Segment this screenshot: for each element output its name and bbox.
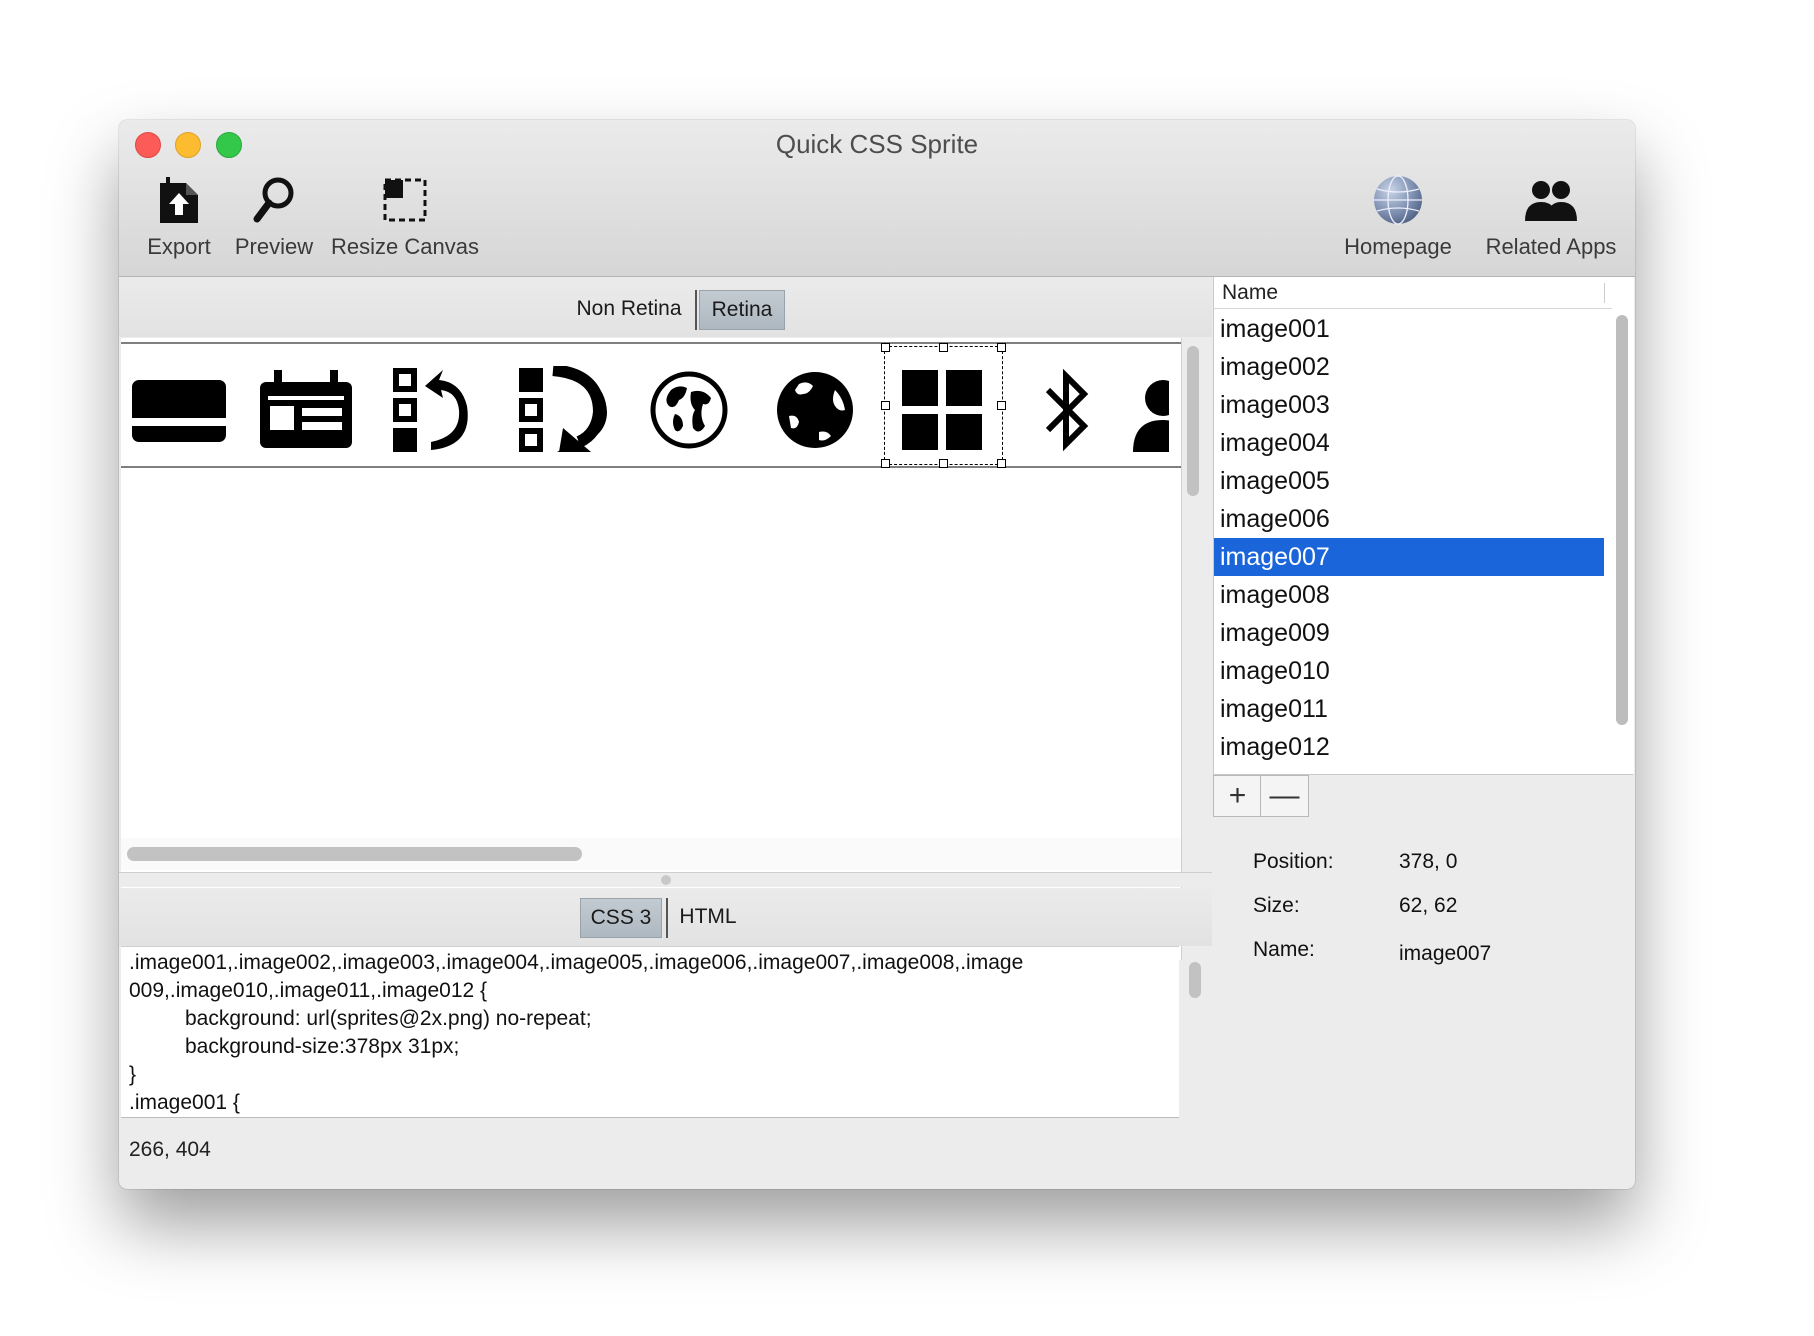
column-divider: [1604, 283, 1605, 303]
segment-divider: [666, 898, 668, 938]
code-vertical-scrollbar[interactable]: [1189, 962, 1201, 998]
name-label: Name:: [1253, 938, 1315, 961]
export-label: Export: [147, 234, 211, 259]
resize-handle[interactable]: [997, 401, 1006, 410]
list-button-bar: + —: [1213, 774, 1633, 817]
resize-handle[interactable]: [881, 401, 890, 410]
calendar-icon[interactable]: [256, 360, 356, 460]
image-list: Name image001 image002 image003 image004…: [1213, 277, 1634, 774]
preview-button[interactable]: Preview: [219, 172, 329, 260]
list-item-selected[interactable]: image007: [1214, 538, 1604, 576]
image-list-rows: image001 image002 image003 image004 imag…: [1214, 310, 1604, 773]
list-item[interactable]: image012: [1214, 728, 1604, 766]
list-item[interactable]: image008: [1214, 576, 1604, 614]
list-item[interactable]: image009: [1214, 614, 1604, 652]
export-icon: [129, 172, 229, 228]
resize-canvas-icon: [315, 172, 495, 228]
resize-handle[interactable]: [939, 459, 948, 468]
tab-html[interactable]: HTML: [671, 898, 745, 936]
homepage-button[interactable]: Homepage: [1333, 172, 1463, 260]
globe-solid-icon[interactable]: [765, 360, 865, 460]
resize-handle[interactable]: [881, 459, 890, 468]
list-item[interactable]: image006: [1214, 500, 1604, 538]
remove-image-button[interactable]: —: [1260, 775, 1309, 817]
size-label: Size:: [1253, 894, 1300, 917]
list-item[interactable]: image004: [1214, 424, 1604, 462]
resize-canvas-label: Resize Canvas: [331, 234, 479, 259]
position-value: 378, 0: [1399, 850, 1458, 873]
tab-non-retina[interactable]: Non Retina: [563, 290, 695, 328]
list-item[interactable]: image003: [1214, 386, 1604, 424]
resize-canvas-button[interactable]: Resize Canvas: [315, 172, 495, 260]
code-line: 009,.image010,.image011,.image012 {: [129, 979, 488, 1002]
globe-network-icon: [1333, 172, 1463, 228]
size-value: 62, 62: [1399, 894, 1458, 917]
code-line: .image001,.image002,.image003,.image004,…: [129, 951, 1024, 974]
code-line: background-size:378px 31px;: [185, 1035, 460, 1058]
selection-frame: [884, 346, 1003, 465]
split-divider[interactable]: [119, 872, 1212, 887]
code-line: }: [129, 1063, 137, 1086]
resize-handle[interactable]: [997, 343, 1006, 352]
cursor-coordinates: 266, 404: [129, 1138, 211, 1161]
list-undo-icon[interactable]: [386, 360, 486, 460]
resolution-bar: Non Retina Retina: [119, 277, 1212, 337]
window-title: Quick CSS Sprite: [775, 129, 979, 159]
related-apps-button[interactable]: Related Apps: [1471, 172, 1631, 260]
list-item[interactable]: image002: [1214, 348, 1604, 386]
list-item[interactable]: image010: [1214, 652, 1604, 690]
globe-outline-icon[interactable]: [639, 360, 739, 460]
related-apps-label: Related Apps: [1485, 234, 1617, 259]
resize-handle[interactable]: [881, 343, 890, 352]
position-label: Position:: [1253, 850, 1334, 873]
split-handle-icon: [661, 875, 671, 885]
resize-handle[interactable]: [997, 459, 1006, 468]
list-item[interactable]: image011: [1214, 690, 1604, 728]
canvas-horizontal-scrollbar[interactable]: [127, 847, 582, 861]
list-redo-icon[interactable]: [512, 360, 612, 460]
tab-retina[interactable]: Retina: [699, 290, 785, 330]
users-icon: [1471, 172, 1631, 228]
code-line: .image001 {: [129, 1091, 240, 1114]
list-vertical-scrollbar[interactable]: [1616, 315, 1628, 725]
name-value[interactable]: image007: [1399, 942, 1491, 966]
tab-css3[interactable]: CSS 3: [580, 898, 662, 938]
canvas-vertical-scrollbar[interactable]: [1187, 346, 1199, 496]
homepage-label: Homepage: [1344, 234, 1452, 259]
preview-label: Preview: [234, 234, 314, 259]
magnifier-icon: [219, 172, 329, 228]
add-image-button[interactable]: +: [1213, 775, 1262, 817]
app-window: Quick CSS Sprite Export Preview Resize C…: [119, 120, 1635, 1189]
segment-divider: [695, 290, 697, 330]
column-header-name[interactable]: Name: [1214, 277, 1612, 309]
code-line: background: url(sprites@2x.png) no-repea…: [185, 1007, 592, 1030]
credit-card-icon[interactable]: [129, 360, 229, 460]
code-output[interactable]: .image001,.image002,.image003,.image004,…: [121, 946, 1179, 1118]
list-item[interactable]: image001: [1214, 310, 1604, 348]
person-icon[interactable]: [1119, 360, 1169, 460]
bluetooth-icon[interactable]: [1017, 360, 1117, 460]
titlebar: Quick CSS Sprite Export Preview Resize C…: [119, 120, 1635, 277]
resize-handle[interactable]: [939, 343, 948, 352]
export-button[interactable]: Export: [129, 172, 229, 260]
list-item[interactable]: image005: [1214, 462, 1604, 500]
output-format-bar: CSS 3 HTML: [119, 888, 1212, 946]
